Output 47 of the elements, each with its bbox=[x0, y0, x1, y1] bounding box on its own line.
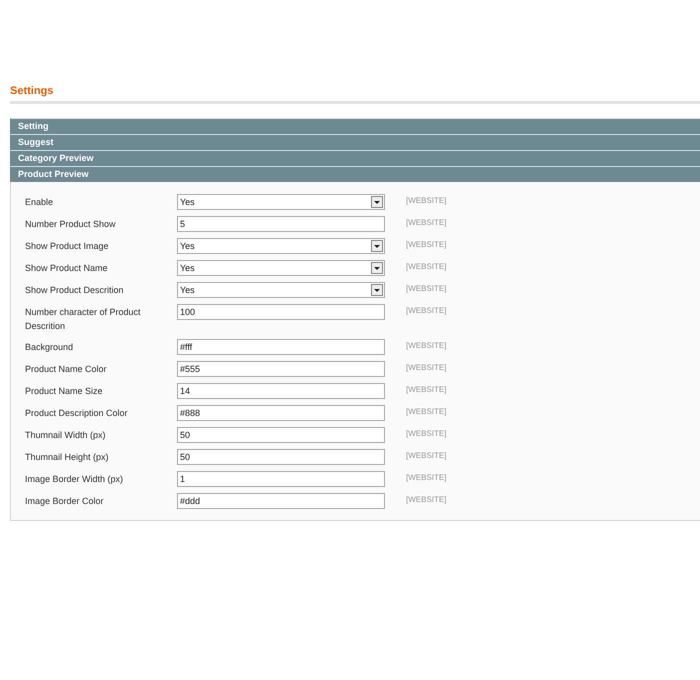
field-label: Image Border Width (px) bbox=[25, 473, 124, 486]
scope-label: [WEBSITE] bbox=[406, 283, 446, 295]
field-label: Product Name Size bbox=[25, 385, 104, 398]
field-label: Thumnail Height (px) bbox=[25, 451, 110, 464]
scope-label: [WEBSITE] bbox=[406, 472, 446, 484]
dropdown[interactable]: Yes bbox=[177, 260, 385, 276]
section-header[interactable]: Product Preview bbox=[10, 166, 700, 182]
dropdown[interactable]: Yes bbox=[177, 282, 385, 298]
input-field[interactable]: 5 bbox=[177, 216, 385, 232]
scope-label: [WEBSITE] bbox=[406, 305, 446, 317]
field-label: Enable bbox=[25, 196, 54, 209]
field-label: Show Product Descrition bbox=[25, 284, 125, 297]
scope-label: [WEBSITE] bbox=[406, 195, 446, 207]
scope-label: [WEBSITE] bbox=[406, 406, 446, 418]
input-field[interactable]: 50 bbox=[177, 449, 385, 465]
field-label: Show Product Name bbox=[25, 262, 109, 275]
field-label: Product Name Color bbox=[25, 363, 108, 376]
input-field[interactable]: #ddd bbox=[177, 493, 385, 509]
input-field[interactable]: 100 bbox=[177, 304, 385, 320]
page-title: Settings bbox=[10, 84, 54, 98]
section-header[interactable]: Setting bbox=[10, 118, 700, 134]
input-field[interactable]: #555 bbox=[177, 361, 385, 377]
scope-label: [WEBSITE] bbox=[406, 494, 446, 506]
scope-label: [WEBSITE] bbox=[406, 428, 446, 440]
field-label: Product Description Color bbox=[25, 407, 129, 420]
dropdown[interactable]: Yes bbox=[177, 238, 385, 254]
input-field[interactable]: #888 bbox=[177, 405, 385, 421]
section-header[interactable]: Suggest bbox=[10, 134, 700, 150]
field-label: Number character of Product Descrition bbox=[25, 306, 142, 333]
input-field[interactable]: 14 bbox=[177, 383, 385, 399]
section-header[interactable]: Category Preview bbox=[10, 150, 700, 166]
field-label: Image Border Color bbox=[25, 495, 105, 508]
field-label: Background bbox=[25, 341, 74, 354]
input-field[interactable]: 1 bbox=[177, 471, 385, 487]
field-label: Number Product Show bbox=[25, 218, 117, 231]
input-field[interactable]: #fff bbox=[177, 339, 385, 355]
dropdown[interactable]: Yes bbox=[177, 194, 385, 210]
scope-label: [WEBSITE] bbox=[406, 362, 446, 374]
input-field[interactable]: 50 bbox=[177, 427, 385, 443]
scope-label: [WEBSITE] bbox=[406, 384, 446, 396]
scope-label: [WEBSITE] bbox=[406, 239, 446, 251]
scope-label: [WEBSITE] bbox=[406, 261, 446, 273]
field-label: Show Product Image bbox=[25, 240, 110, 253]
field-label: Thumnail Width (px) bbox=[25, 429, 107, 442]
scope-label: [WEBSITE] bbox=[406, 450, 446, 462]
scope-label: [WEBSITE] bbox=[406, 340, 446, 352]
scope-label: [WEBSITE] bbox=[406, 217, 446, 229]
